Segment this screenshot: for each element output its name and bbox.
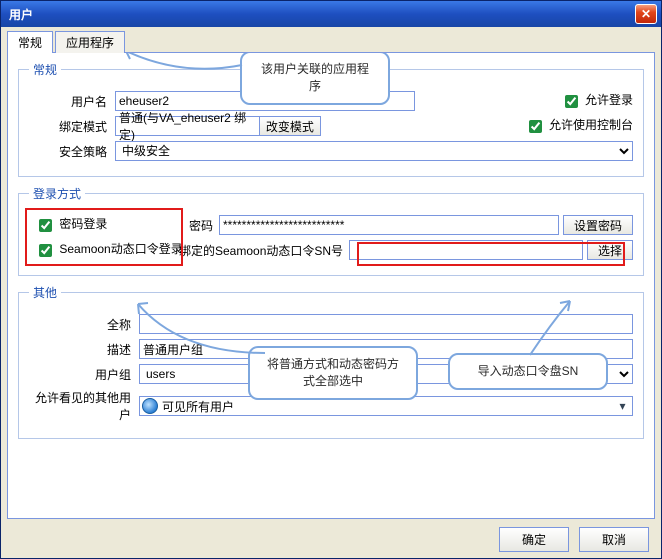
tab-panel: 常规 用户名 允许登录 绑定模式 普通(与VA_eheuser2 绑定) 改变模…: [7, 52, 655, 519]
sn-input[interactable]: [349, 240, 583, 260]
desc-label: 描述: [29, 341, 139, 358]
close-button[interactable]: ✕: [635, 4, 657, 24]
policy-select[interactable]: 中级安全: [115, 141, 633, 161]
tab-general[interactable]: 常规: [7, 31, 53, 53]
set-password-button[interactable]: 设置密码: [563, 215, 633, 235]
group-label: 用户组: [29, 366, 139, 383]
seamoon-label: Seamoon动态口令登录: [59, 242, 182, 256]
callout-mid: 将普通方式和动态密码方式全部选中: [248, 346, 418, 400]
pwd-login-field[interactable]: 密码登录: [35, 217, 107, 231]
tab-apps[interactable]: 应用程序: [55, 31, 125, 53]
pwd-input[interactable]: [219, 215, 559, 235]
change-mode-button[interactable]: 改变模式: [259, 117, 320, 135]
seamoon-checkbox[interactable]: [39, 244, 52, 257]
cancel-button[interactable]: 取消: [579, 527, 649, 552]
visible-label: 允许看见的其他用户: [29, 389, 139, 423]
bind-label: 绑定模式: [29, 118, 115, 135]
allow-login-field[interactable]: 允许登录: [561, 91, 633, 110]
close-icon: ✕: [641, 7, 651, 21]
titlebar: 用户 ✕: [1, 1, 661, 27]
group-general-legend: 常规: [29, 61, 61, 78]
group-login-legend: 登录方式: [29, 185, 85, 202]
allow-console-label: 允许使用控制台: [549, 118, 633, 132]
chevron-down-icon[interactable]: ▾: [615, 399, 630, 413]
allow-console-field[interactable]: 允许使用控制台: [525, 116, 633, 135]
callout-right: 导入动态口令盘SN: [448, 353, 608, 390]
tab-bar: 常规 应用程序: [7, 31, 655, 53]
allow-console-checkbox[interactable]: [529, 120, 542, 133]
callout-top: 该用户关联的应用程序: [240, 52, 390, 105]
window-title: 用户: [9, 6, 33, 23]
policy-label: 安全策略: [29, 143, 115, 160]
username-label: 用户名: [29, 93, 115, 110]
allow-login-checkbox[interactable]: [565, 95, 578, 108]
pwd-login-checkbox[interactable]: [39, 219, 52, 232]
footer: 确定 取消: [7, 519, 655, 552]
seamoon-field[interactable]: Seamoon动态口令登录: [35, 242, 183, 256]
choose-sn-button[interactable]: 选择: [587, 240, 633, 260]
allow-login-label: 允许登录: [585, 93, 633, 107]
ok-button[interactable]: 确定: [499, 527, 569, 552]
group-other-legend: 其他: [29, 284, 61, 301]
visible-value: 可见所有用户: [162, 398, 615, 415]
bind-value: 普通(与VA_eheuser2 绑定): [116, 109, 259, 143]
fullname-label: 全称: [29, 316, 139, 333]
pwd-login-label: 密码登录: [59, 217, 107, 231]
sn-label: 绑定的Seamoon动态口令SN号: [179, 242, 349, 259]
group-login: 登录方式 密码登录 密码 设置密码: [18, 185, 644, 276]
pwd-label: 密码: [179, 217, 219, 234]
globe-icon: [142, 398, 158, 414]
